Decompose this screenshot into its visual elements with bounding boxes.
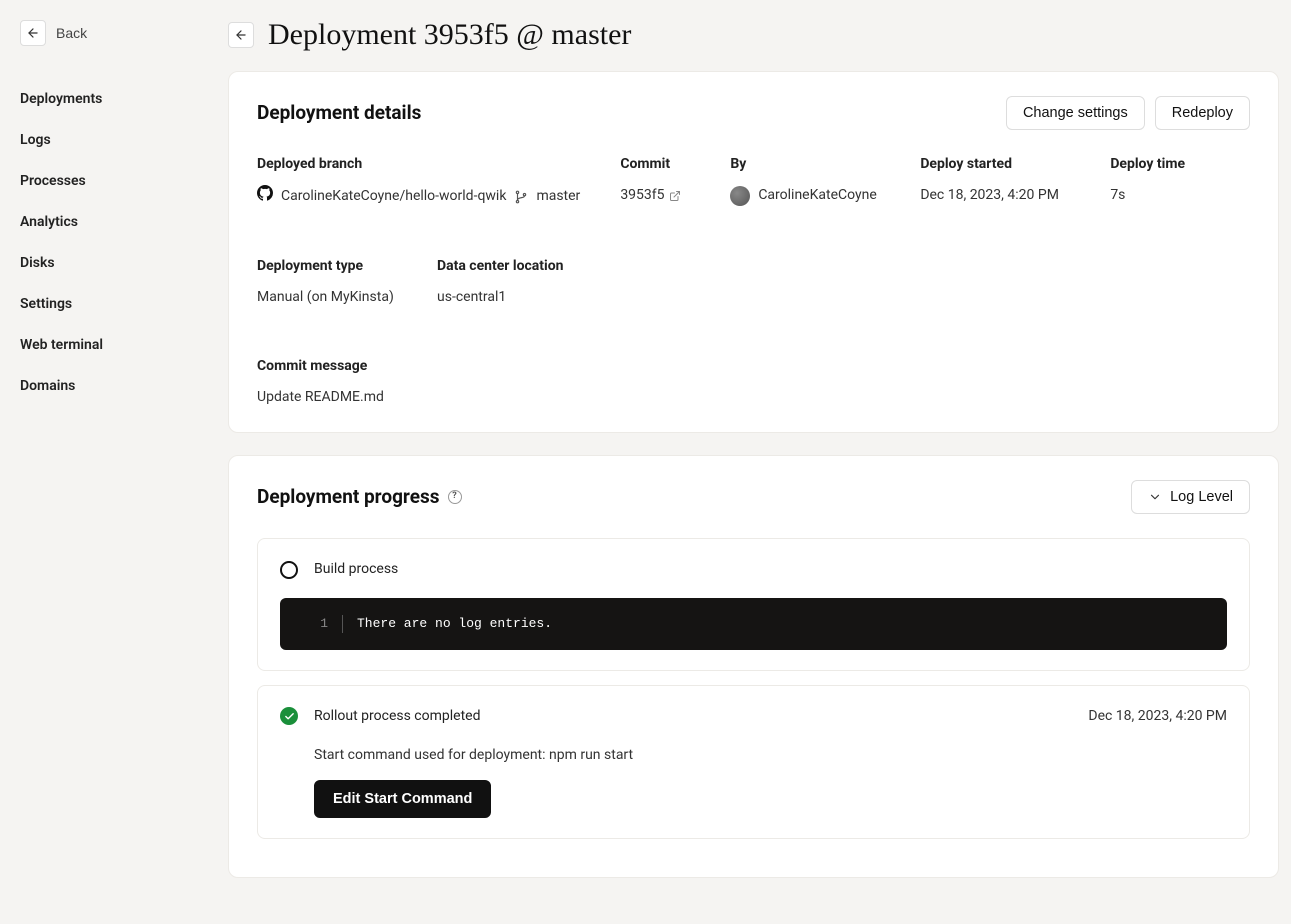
nav-disks[interactable]: Disks [12, 244, 216, 283]
deploy-started-label: Deploy started [920, 154, 1070, 175]
rollout-process-title: Rollout process completed [314, 706, 480, 727]
by-user: CarolineKateCoyne [758, 185, 876, 206]
avatar [730, 186, 750, 206]
nav-processes[interactable]: Processes [12, 162, 216, 201]
commit-msg-value: Update README.md [257, 387, 384, 408]
repo-name: CarolineKateCoyne/hello-world-qwik [281, 186, 506, 207]
deploy-time-value: 7s [1110, 185, 1190, 206]
help-icon[interactable]: ? [448, 490, 462, 504]
nav-settings[interactable]: Settings [12, 285, 216, 324]
deployment-type-label: Deployment type [257, 256, 397, 277]
edit-start-command-button[interactable]: Edit Start Command [314, 780, 491, 818]
nav-deployments[interactable]: Deployments [12, 80, 216, 119]
deployed-branch-label: Deployed branch [257, 154, 580, 175]
arrow-left-icon [20, 20, 46, 46]
log-line-number: 1 [298, 614, 328, 634]
build-log: 1 There are no log entries. [280, 598, 1227, 650]
log-level-button[interactable]: Log Level [1131, 480, 1250, 514]
build-process: Build process 1 There are no log entries… [257, 538, 1250, 671]
commit-hash: 3953f5 [620, 185, 664, 206]
rollout-time: Dec 18, 2023, 4:20 PM [1088, 706, 1227, 727]
deploy-started-value: Dec 18, 2023, 4:20 PM [920, 185, 1070, 206]
github-icon [257, 185, 273, 208]
progress-title: Deployment progress [257, 483, 440, 512]
details-title: Deployment details [257, 99, 421, 128]
deploy-time-label: Deploy time [1110, 154, 1190, 175]
build-process-title: Build process [314, 559, 398, 580]
nav-web-terminal[interactable]: Web terminal [12, 326, 216, 365]
chevron-down-icon [1148, 490, 1162, 504]
commit-link[interactable]: 3953f5 [620, 185, 680, 206]
back-button[interactable]: Back [16, 16, 91, 50]
nav-analytics[interactable]: Analytics [12, 203, 216, 242]
change-settings-button[interactable]: Change settings [1006, 96, 1145, 130]
arrow-left-icon [234, 28, 248, 42]
external-link-icon [669, 190, 681, 202]
start-command-text: Start command used for deployment: npm r… [314, 745, 1227, 766]
nav-logs[interactable]: Logs [12, 121, 216, 160]
page-title: Deployment 3953f5 @ master [268, 12, 631, 57]
commit-label: Commit [620, 154, 690, 175]
branch-name: master [536, 186, 580, 207]
by-label: By [730, 154, 880, 175]
redeploy-button[interactable]: Redeploy [1155, 96, 1250, 130]
log-divider [342, 615, 343, 633]
deployment-type-value: Manual (on MyKinsta) [257, 287, 397, 308]
deployment-details-card: Deployment details Change settings Redep… [228, 71, 1279, 433]
nav-domains[interactable]: Domains [12, 367, 216, 406]
status-pending-icon [280, 561, 298, 579]
status-success-icon [280, 707, 298, 725]
data-center-label: Data center location [437, 256, 577, 277]
deployment-progress-card: Deployment progress ? Log Level [228, 455, 1279, 878]
branch-icon [514, 190, 528, 204]
rollout-process: Rollout process completed Dec 18, 2023, … [257, 685, 1250, 839]
data-center-value: us-central1 [437, 287, 577, 308]
log-text: There are no log entries. [357, 614, 552, 634]
commit-msg-label: Commit message [257, 356, 384, 377]
back-label: Back [56, 25, 87, 41]
sidebar-nav: DeploymentsLogsProcessesAnalyticsDisksSe… [12, 80, 216, 406]
page-back-button[interactable] [228, 22, 254, 48]
